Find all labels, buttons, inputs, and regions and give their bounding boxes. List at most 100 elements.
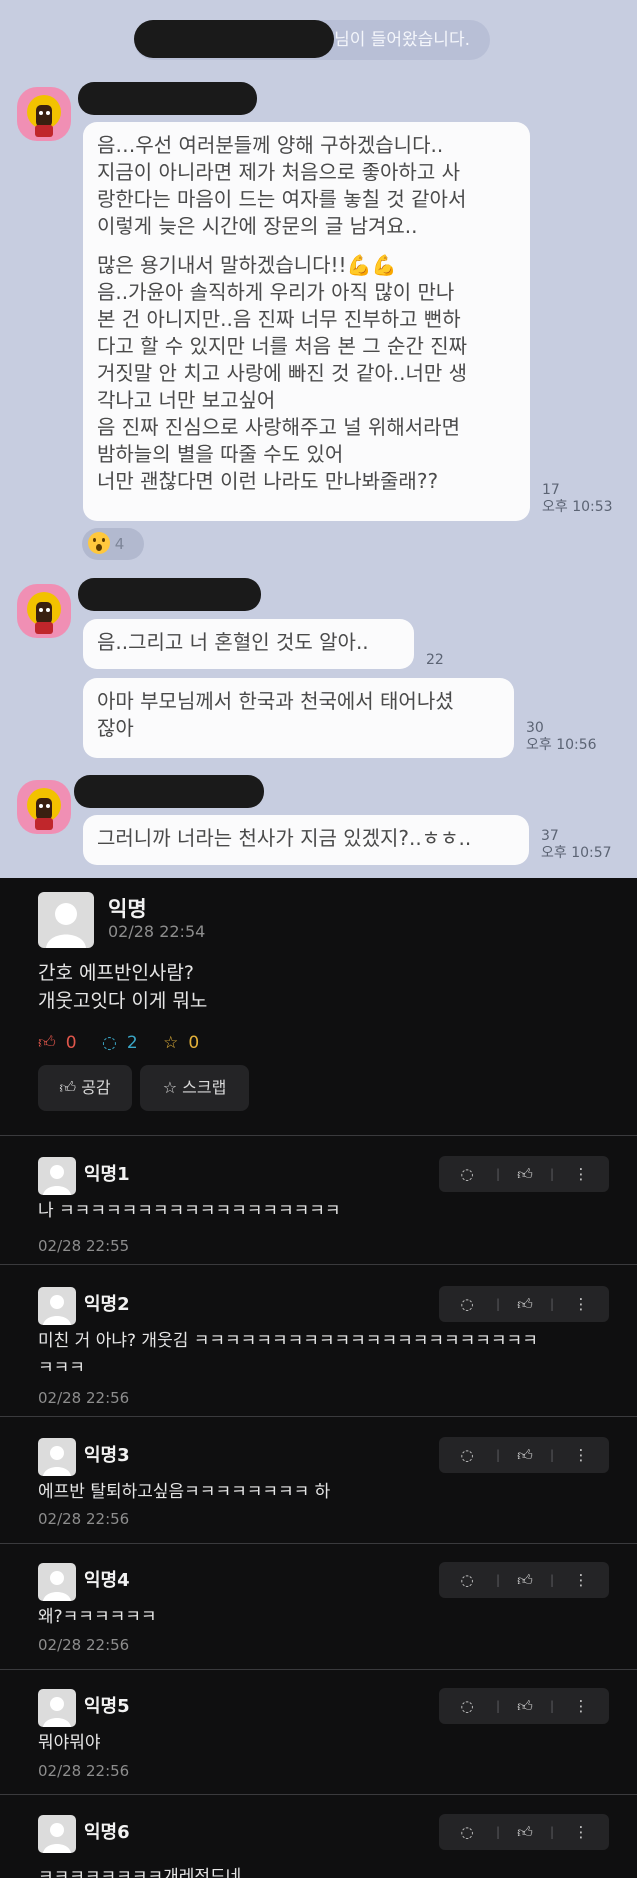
more-vertical-icon[interactable]: ⋮ — [571, 1437, 591, 1473]
message-line: 잖아 — [97, 716, 134, 740]
separator: | — [549, 1573, 555, 1587]
comment-item: 익명1 ◌ | 👍︎ | ⋮ 나 ㅋㅋㅋㅋㅋㅋㅋㅋㅋㅋㅋㅋㅋㅋㅋㅋㅋㅋ 02/2… — [0, 1144, 637, 1270]
post-body: 간호 에프반인사람? 개웃고잇다 이게 뭐노 — [38, 959, 207, 1015]
separator: | — [549, 1699, 555, 1713]
unread-count: 22 — [426, 652, 444, 668]
default-profile-icon — [43, 1165, 71, 1195]
unread-count: 30 — [526, 720, 544, 736]
comment-line: ㅋㅋㅋ — [38, 1358, 85, 1378]
community-post-screenshot: 익명 02/28 22:54 간호 에프반인사람? 개웃고잇다 이게 뭐노 👍︎… — [0, 878, 637, 1878]
message-line: 각나고 너만 보고싶어 — [97, 388, 276, 412]
comment-actions: ◌ | 👍︎ | ⋮ — [439, 1156, 609, 1192]
comment-actions: ◌ | 👍︎ | ⋮ — [439, 1814, 609, 1850]
message-line: 많은 용기내서 말하겠습니다!!💪💪 — [97, 253, 397, 277]
thumbs-up-icon[interactable]: 👍︎ — [513, 1562, 537, 1598]
reply-icon[interactable]: ◌ — [457, 1156, 477, 1192]
default-profile-icon — [43, 1571, 71, 1601]
sender-avatar[interactable] — [17, 780, 71, 834]
post-time: 02/28 22:54 — [108, 922, 206, 941]
like-button-label: 공감 — [81, 1078, 111, 1097]
more-vertical-icon[interactable]: ⋮ — [571, 1156, 591, 1192]
redacted-name — [78, 82, 257, 115]
divider — [0, 1416, 637, 1417]
sender-avatar[interactable] — [17, 87, 71, 141]
reply-icon[interactable]: ◌ — [457, 1562, 477, 1598]
sender-avatar[interactable] — [17, 584, 71, 638]
message-line: 음 진짜 진심으로 사랑해주고 널 위해서라면 — [97, 415, 460, 439]
comment-stat: ◌ 2 — [102, 1033, 148, 1053]
star-icon: ☆ — [162, 1078, 178, 1097]
reply-icon[interactable]: ◌ — [457, 1814, 477, 1850]
character-avatar-icon — [27, 592, 61, 634]
comment-text: 뭐야뭐야 — [38, 1730, 101, 1757]
message-bubble[interactable]: 음…우선 여러분들께 양해 구하겠습니다.. 지금이 아니라면 제가 처음으로 … — [83, 122, 530, 521]
commenter-avatar[interactable] — [38, 1287, 76, 1325]
divider — [0, 1669, 637, 1670]
thumbs-up-icon: 👍︎ — [38, 1033, 56, 1053]
scrap-count: 0 — [188, 1033, 200, 1053]
default-profile-icon — [43, 1823, 71, 1853]
commenter-avatar[interactable] — [38, 1157, 76, 1195]
scrap-stat: ☆ 0 — [163, 1033, 209, 1053]
thumbs-up-icon[interactable]: 👍︎ — [513, 1437, 537, 1473]
thumbs-up-icon[interactable]: 👍︎ — [513, 1688, 537, 1724]
reaction-badge[interactable]: 4 — [82, 528, 144, 560]
post-author-avatar[interactable] — [38, 892, 94, 948]
comment-text: 나 ㅋㅋㅋㅋㅋㅋㅋㅋㅋㅋㅋㅋㅋㅋㅋㅋㅋㅋ — [38, 1198, 341, 1225]
message-bubble[interactable]: 아마 부모님께서 한국과 천국에서 태어나셨 잖아 — [83, 678, 514, 758]
more-vertical-icon[interactable]: ⋮ — [571, 1562, 591, 1598]
scrap-button-label: 스크랩 — [182, 1078, 227, 1097]
reply-icon[interactable]: ◌ — [457, 1437, 477, 1473]
message-time: 오후 10:57 — [541, 845, 612, 861]
redacted-name — [74, 775, 264, 808]
like-button[interactable]: 👍︎ 공감 — [38, 1065, 132, 1111]
comment-item: 익명5 ◌ | 👍︎ | ⋮ 뭐야뭐야 02/28 22:56 — [0, 1676, 637, 1802]
commenter-avatar[interactable] — [38, 1689, 76, 1727]
comment-line: ㅋㅋㅋㅋㅋㅋㅋㅋ개레전드네 — [38, 1867, 242, 1878]
redacted-name — [78, 578, 261, 611]
message-line: 음..그리고 너 혼혈인 것도 알아.. — [97, 630, 369, 654]
thumbs-up-icon[interactable]: 👍︎ — [513, 1286, 537, 1322]
message-time: 오후 10:56 — [526, 737, 597, 753]
scrap-button[interactable]: ☆ 스크랩 — [140, 1065, 249, 1111]
unread-count: 17 — [542, 482, 560, 498]
star-icon: ☆ — [163, 1033, 179, 1053]
separator: | — [495, 1825, 501, 1839]
thumbs-up-icon[interactable]: 👍︎ — [513, 1814, 537, 1850]
commenter-avatar[interactable] — [38, 1563, 76, 1601]
separator: | — [495, 1573, 501, 1587]
message-line: 너만 괜찮다면 이런 나라도 만나봐줄래?? — [97, 469, 439, 493]
comment-time: 02/28 22:56 — [38, 1389, 130, 1407]
more-vertical-icon[interactable]: ⋮ — [571, 1814, 591, 1850]
comment-item: 익명2 ◌ | 👍︎ | ⋮ 미친 거 아냐? 개웃김 ㅋㅋㅋㅋㅋㅋㅋㅋㅋㅋㅋㅋ… — [0, 1274, 637, 1424]
comment-actions: ◌ | 👍︎ | ⋮ — [439, 1437, 609, 1473]
comment-item: 익명4 ◌ | 👍︎ | ⋮ 왜?ㅋㅋㅋㅋㅋㅋ 02/28 22:56 — [0, 1550, 637, 1676]
message-line: 음..가윤아 솔직하게 우리가 아직 많이 만나 — [97, 280, 455, 304]
comment-line: 나 ㅋㅋㅋㅋㅋㅋㅋㅋㅋㅋㅋㅋㅋㅋㅋㅋㅋㅋ — [38, 1201, 341, 1221]
comment-text: 왜?ㅋㅋㅋㅋㅋㅋ — [38, 1604, 157, 1631]
reply-icon[interactable]: ◌ — [457, 1688, 477, 1724]
comment-line: 미친 거 아냐? 개웃김 ㅋㅋㅋㅋㅋㅋㅋㅋㅋㅋㅋㅋㅋㅋㅋㅋㅋㅋㅋㅋㅋㅋ — [38, 1331, 538, 1351]
more-vertical-icon[interactable]: ⋮ — [571, 1688, 591, 1724]
separator: | — [549, 1167, 555, 1181]
thumbs-up-icon[interactable]: 👍︎ — [513, 1156, 537, 1192]
character-avatar-icon — [27, 95, 61, 137]
unread-count: 37 — [541, 828, 559, 844]
separator: | — [495, 1448, 501, 1462]
message-time: 오후 10:53 — [542, 499, 613, 515]
commenter-avatar[interactable] — [38, 1438, 76, 1476]
separator: | — [549, 1297, 555, 1311]
message-line: 아마 부모님께서 한국과 천국에서 태어나셨 — [97, 689, 454, 713]
more-vertical-icon[interactable]: ⋮ — [571, 1286, 591, 1322]
comment-actions: ◌ | 👍︎ | ⋮ — [439, 1286, 609, 1322]
commenter-avatar[interactable] — [38, 1815, 76, 1853]
reply-icon[interactable]: ◌ — [457, 1286, 477, 1322]
comment-count: 2 — [126, 1033, 138, 1053]
message-line: 다고 할 수 있지만 너를 처음 본 그 순간 진짜 — [97, 334, 468, 358]
redacted-name — [134, 20, 334, 58]
reaction-count: 4 — [114, 535, 125, 553]
commenter-name: 익명2 — [84, 1294, 130, 1315]
post-stats: 👍︎ 0 ◌ 2 ☆ 0 — [38, 1032, 219, 1053]
message-bubble[interactable]: 음..그리고 너 혼혈인 것도 알아.. — [83, 619, 414, 669]
message-bubble[interactable]: 그러니까 너라는 천사가 지금 있겠지?..ㅎㅎ.. — [83, 815, 529, 865]
